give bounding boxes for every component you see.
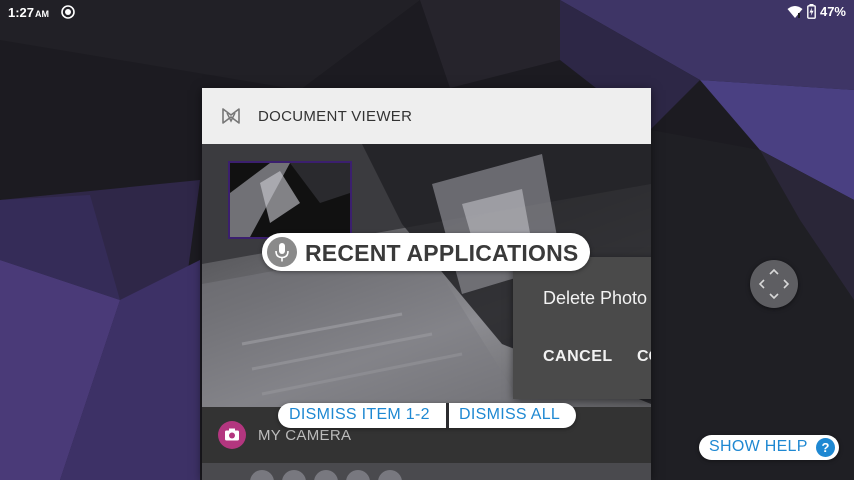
delete-photo-dialog: Delete Photo CANCEL CO (513, 257, 651, 399)
recent-applications-label: RECENT APPLICATIONS (262, 233, 590, 271)
microphone-icon (267, 237, 297, 267)
card-title: DOCUMENT VIEWER (258, 108, 413, 125)
wifi-icon (787, 5, 803, 19)
dismiss-item-button[interactable]: DISMISS ITEM 1-2 (289, 406, 430, 424)
preview-dot (314, 470, 338, 480)
card-title-my-camera: MY CAMERA (258, 427, 352, 444)
preview-dot (346, 470, 370, 480)
preview-dot (282, 470, 306, 480)
dismiss-all-button[interactable]: DISMISS ALL (459, 406, 560, 424)
show-help-button[interactable]: SHOW HELP ? (699, 435, 839, 460)
dialog-confirm-button[interactable]: CO (637, 348, 651, 366)
recent-applications-text: RECENT APPLICATIONS (305, 240, 579, 266)
preview-dot (378, 470, 402, 480)
camera-icon (218, 421, 246, 449)
clock: 1:27AM (8, 5, 50, 20)
photo-thumbnail[interactable] (228, 161, 352, 239)
sync-circle-icon (61, 5, 75, 19)
document-viewer-icon (222, 108, 240, 124)
battery-charging-icon (807, 4, 816, 19)
card-header[interactable]: DOCUMENT VIEWER (202, 88, 651, 144)
dialog-cancel-button[interactable]: CANCEL (543, 348, 613, 366)
navigation-arrows-icon[interactable] (750, 260, 798, 308)
dismiss-controls: DISMISS ITEM 1-2 DISMISS ALL (278, 403, 576, 428)
show-help-label: SHOW HELP (709, 438, 808, 455)
battery-percent: 47% (819, 4, 846, 19)
dialog-message: Delete Photo (543, 288, 648, 308)
camera-controls-preview (250, 470, 402, 480)
status-right-group: 47% (787, 4, 846, 19)
preview-dot (250, 470, 274, 480)
status-bar: 1:27AM 47% (0, 0, 854, 24)
help-badge-icon: ? (816, 438, 835, 457)
divider (446, 403, 449, 428)
